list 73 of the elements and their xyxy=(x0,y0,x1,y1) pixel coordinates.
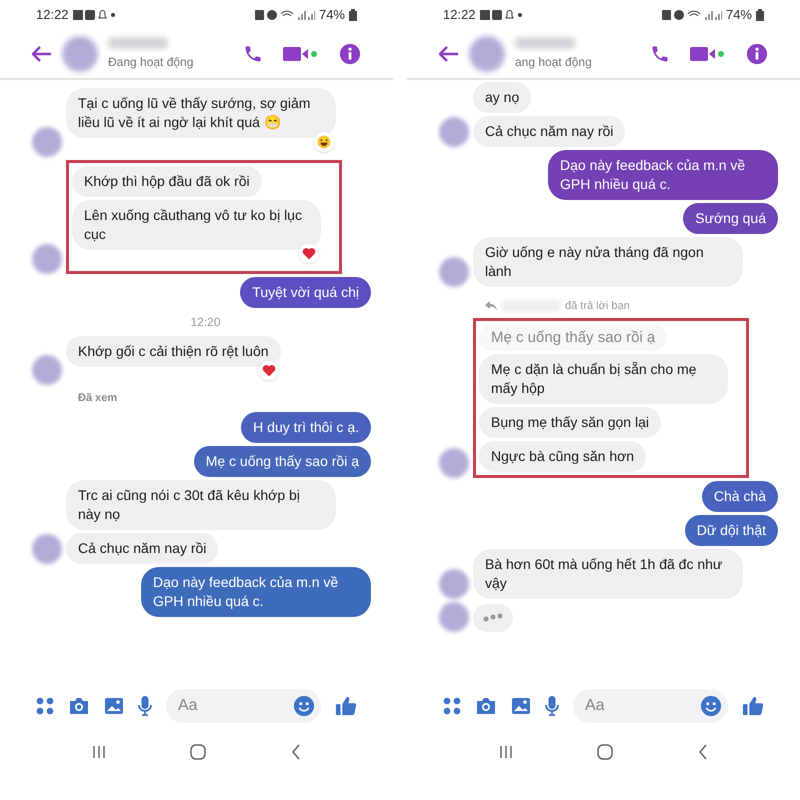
message-bubble: Dạo này feedback của m.n về GPH nhiều quá c. xyxy=(141,566,371,616)
back-icon[interactable] xyxy=(32,46,52,62)
message-bubble: Cả chục năm nay rồi xyxy=(66,532,218,564)
message-bubble: Tuyệt vời quá chị xyxy=(240,277,371,308)
avatar xyxy=(62,36,98,72)
blurred-name xyxy=(108,37,168,49)
microphone-icon[interactable] xyxy=(545,696,559,716)
reply-icon xyxy=(485,301,497,312)
microphone-icon[interactable] xyxy=(138,696,152,716)
video-camera-icon[interactable] xyxy=(283,45,319,63)
emoji-icon[interactable] xyxy=(700,695,722,717)
active-status: ang hoạt động xyxy=(515,54,593,71)
message-bubble: Bụng mẹ thấy săn gọn lại xyxy=(479,406,661,438)
home-icon[interactable] xyxy=(190,744,206,760)
avatar xyxy=(469,36,505,72)
message-bubble: Ngực bà cũng săn hơn xyxy=(479,440,646,472)
thumbs-up-icon[interactable] xyxy=(335,695,357,717)
info-icon[interactable] xyxy=(746,43,768,65)
battery-level: 74% xyxy=(726,6,752,24)
apps-icon[interactable] xyxy=(443,697,461,715)
message-bubble: Sướng quá xyxy=(683,203,778,234)
active-status: Đang hoạt động xyxy=(108,54,194,71)
apps-icon[interactable] xyxy=(36,697,54,715)
message-bubble: Khớp gối c cải thiện rõ rệt luôn xyxy=(66,336,281,367)
notification-icons xyxy=(72,9,107,21)
image-icon[interactable] xyxy=(104,697,124,715)
blurred-name xyxy=(515,37,575,49)
message-bubble: Tại c uống lũ về thấy sướng, sợ giảm liều lũ về ít ai ngờ lại khít quá 😁 xyxy=(66,88,336,138)
back-icon[interactable] xyxy=(290,744,301,760)
dot-icon xyxy=(110,13,115,17)
clock: 12:22 xyxy=(443,6,476,24)
message-bubble: Giờ uống e này nửa tháng đã ngon lành xyxy=(473,237,743,287)
phone-icon[interactable] xyxy=(243,44,263,64)
message-bubble: Khớp thì hộp đầu đã ok rồi xyxy=(72,166,262,197)
camera-icon[interactable] xyxy=(68,697,90,715)
home-icon[interactable] xyxy=(597,744,614,760)
message-bubble: Bà hơn 60t mà uống hết 1h đã đc như vậy xyxy=(473,548,743,598)
message-bubble: H duy trì thôi c ạ. xyxy=(241,412,371,442)
info-icon[interactable] xyxy=(339,43,361,65)
message-bubble: Dữ dội thật xyxy=(684,514,778,546)
camera-icon[interactable] xyxy=(475,697,497,715)
message-bubble: Chà chà xyxy=(702,480,778,512)
quoted-message: Mẹ c uống thấy sao rồi ạ xyxy=(479,324,668,350)
message-bubble: Trc ai cũng nói c 30t đã kêu khớp bị này nọ xyxy=(66,480,336,530)
recent-apps-icon[interactable] xyxy=(499,745,514,759)
typing-indicator xyxy=(473,604,513,632)
seen-label: Đã xem xyxy=(78,391,118,406)
message-bubble: ay nọ xyxy=(473,82,532,113)
clock: 12:22 xyxy=(36,6,69,24)
back-icon[interactable] xyxy=(439,46,459,62)
signal-icons xyxy=(662,9,722,21)
message-bubble: Mẹ c uống thấy sao rồi ạ xyxy=(194,446,371,476)
back-icon[interactable] xyxy=(698,744,708,760)
message-input[interactable]: Aa xyxy=(573,689,728,723)
battery-icon xyxy=(756,9,764,21)
notification-icons xyxy=(480,9,514,21)
battery-level: 74% xyxy=(318,6,345,24)
video-camera-icon[interactable] xyxy=(690,45,726,63)
battery-icon xyxy=(349,9,357,21)
reply-label: đã trả lời bạn xyxy=(565,299,630,314)
message-bubble: Lên xuống cầuthang vô tư ko bị lục cục xyxy=(72,200,321,250)
message-bubble: Cả chục năm nay rồi xyxy=(473,116,626,147)
message-bubble: Mẹ c dặn là chuẩn bị sẵn cho mẹ mấy hộp xyxy=(479,354,728,404)
message-input[interactable]: Aa xyxy=(166,689,321,723)
dot-icon xyxy=(518,13,522,17)
thumbs-up-icon[interactable] xyxy=(742,695,764,717)
recent-apps-icon[interactable] xyxy=(92,745,106,759)
image-icon[interactable] xyxy=(511,697,531,715)
phone-icon[interactable] xyxy=(650,44,670,64)
timestamp: 12:20 xyxy=(190,314,221,331)
signal-icons xyxy=(254,9,315,21)
message-bubble: Dạo này feedback của m.n về GPH nhiều quá c. xyxy=(548,150,778,200)
emoji-icon[interactable] xyxy=(293,695,315,717)
